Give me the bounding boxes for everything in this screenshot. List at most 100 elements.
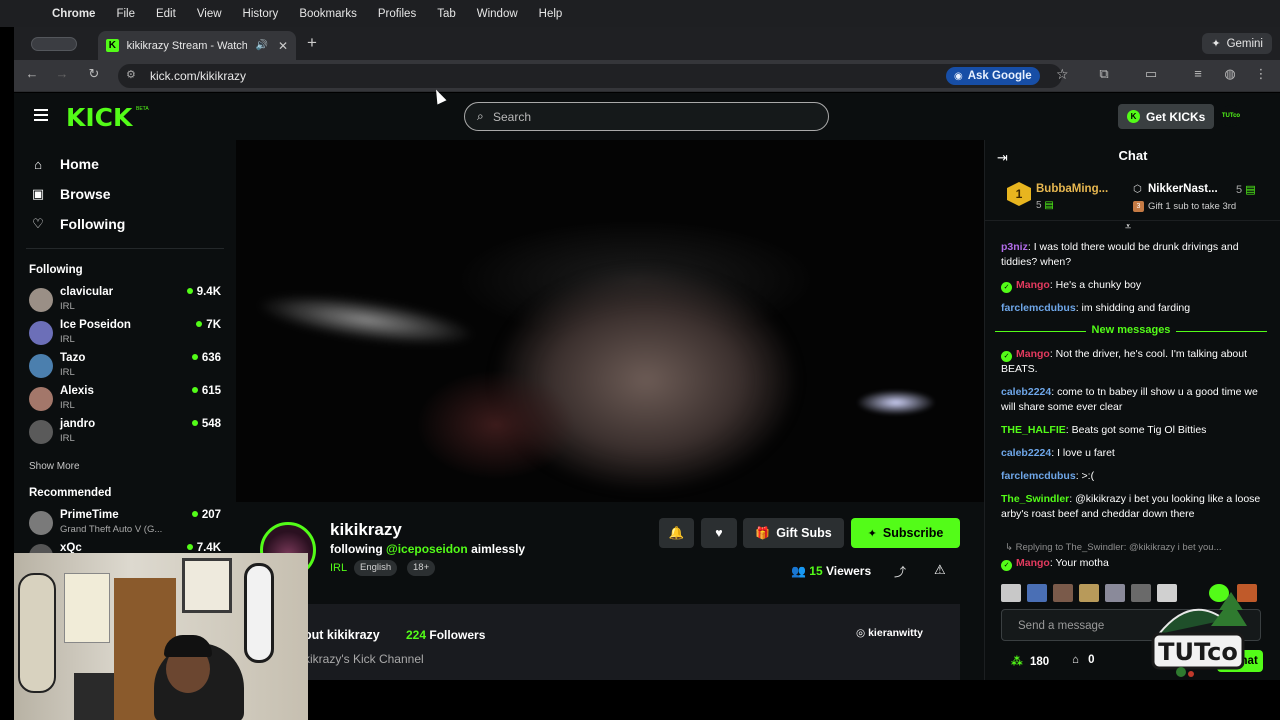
followers-label: Followers [429,628,486,642]
extensions-icon[interactable]: ⧉ [1094,66,1114,82]
sidebar-channel-ice-poseidon[interactable]: Ice Poseidon IRL 7K [29,319,221,349]
menu-view[interactable]: View [197,8,222,20]
chat-username[interactable]: caleb2224 [1001,447,1051,459]
chat-message-input[interactable] [1018,617,1158,635]
sidebar-channel-primetime[interactable]: PrimeTime Grand Theft Auto V (G... 207 [29,509,221,539]
chat-username[interactable]: farclemcdubus [1001,470,1076,482]
report-warning-icon[interactable]: ⚠ [934,562,946,578]
chat-username[interactable]: Mango [1016,279,1050,291]
site-info-icon[interactable]: ⚙ [126,68,136,81]
gift-subs-button[interactable]: 🎁 Gift Subs [743,518,844,548]
browser-tab-active[interactable]: K kikikrazy Stream - Watch Live on Kick … [98,31,296,60]
menu-bookmarks[interactable]: Bookmarks [299,8,357,20]
subscribe-label: Subscribe [882,526,944,540]
emote-icon[interactable] [1027,584,1047,602]
chat-username[interactable]: The_Swindler [1001,493,1069,505]
new-tab-button[interactable]: + [307,33,317,53]
chat-username[interactable]: THE_HALFIE [1001,424,1066,436]
reading-list-icon[interactable]: ≡ [1188,66,1208,81]
tag-18-plus[interactable]: 18+ [407,560,436,576]
channel-points[interactable]: ⁂ 180 [1011,654,1049,668]
chat-username[interactable]: Mango [1016,557,1050,569]
stream-title-mention[interactable]: @iceposeidon [386,542,468,556]
back-arrow-icon[interactable]: ← [22,66,42,81]
emote-icon[interactable] [1079,584,1099,602]
chat-username[interactable]: p3niz [1001,241,1028,253]
sidebar-channel-clavicular[interactable]: clavicular IRL 9.4K [29,286,221,316]
emote-icon[interactable] [1105,584,1125,602]
ask-google-button[interactable]: ◉ Ask Google [946,67,1040,85]
menu-window[interactable]: Window [477,8,518,20]
rank-two-badge-icon: ⬡ [1133,184,1142,195]
hamburger-menu-icon[interactable] [34,109,48,121]
leaderboard-gift-prompt[interactable]: Gift 1 sub to take 3rd [1148,201,1236,212]
macos-menu-bar: Chrome File Edit View History Bookmarks … [0,0,1280,27]
instagram-link[interactable]: ◎ kieranwitty [856,627,923,639]
share-icon[interactable]: ⤴ [894,563,906,580]
user-avatar[interactable]: TUTco [1220,105,1242,127]
chrome-menu-icon[interactable]: ⋮ [1251,66,1271,82]
leaderboard-first-name[interactable]: BubbaMing... [1036,183,1108,195]
channel-viewers: 9.4K [187,286,221,298]
chat-username[interactable]: Mango [1016,348,1050,360]
tab-group-pill[interactable] [31,37,77,51]
emote-icon[interactable] [1053,584,1073,602]
menu-profiles[interactable]: Profiles [378,8,416,20]
leaderboard-second-count: 5 ▤ [1236,183,1256,196]
channel-viewers: 615 [192,385,221,397]
forward-arrow-icon[interactable]: → [52,66,72,81]
tutco-logo-text: TUTco [1158,638,1238,666]
rank-one-badge-icon: 1 [1007,182,1031,206]
get-kicks-button[interactable]: K Get KICKs [1118,104,1215,129]
chat-username[interactable]: farclemcdubus [1001,302,1076,314]
ask-google-label: Ask Google [967,70,1032,82]
sidebar-channel-tazo[interactable]: Tazo IRL 636 [29,352,221,382]
reload-icon[interactable]: ↻ [84,66,104,82]
chat-message: farclemcdubus: im shidding and farding [1001,302,1191,314]
kick-logo[interactable]: KICK [66,103,132,132]
sidebar-channel-jandro[interactable]: jandro IRL 548 [29,418,221,448]
cast-icon[interactable]: ▭ [1141,66,1161,82]
tag-english[interactable]: English [354,560,398,576]
video-frame-light-glint [856,390,936,415]
menu-app-chrome[interactable]: Chrome [52,8,95,20]
address-url[interactable]: kick.com/kikikrazy [150,69,246,83]
show-more-link[interactable]: Show More [29,461,80,472]
stream-category-link[interactable]: IRL [330,560,347,576]
video-player[interactable] [236,140,984,502]
menu-file[interactable]: File [116,8,135,20]
menu-help[interactable]: Help [539,8,563,20]
subscribe-button[interactable]: ✦ Subscribe [851,518,960,548]
tab-audio-icon[interactable]: 🔊 [255,40,267,51]
profile-avatar-icon[interactable]: ◍ [1220,66,1240,82]
bookmark-star-icon[interactable]: ☆ [1056,66,1069,83]
channel-viewers: 207 [192,509,221,521]
channel-category: IRL [60,367,75,378]
search-input[interactable] [493,107,813,127]
chat-username[interactable]: caleb2224 [1001,386,1051,398]
expand-pinned-icon[interactable]: ⩡ [1125,221,1131,234]
tab-close-icon[interactable]: ✕ [278,39,288,53]
channel-title[interactable]: kikikrazy [330,520,402,540]
emote-icon[interactable] [1131,584,1151,602]
heart-icon: ♡ [32,216,44,231]
gemini-button[interactable]: ✦ Gemini [1202,33,1272,54]
search-box[interactable]: ⌕ [464,102,829,131]
sidebar-channel-alexis[interactable]: Alexis IRL 615 [29,385,221,415]
gift-counter[interactable]: ⌂ 0 [1072,654,1095,666]
nav-home[interactable]: ⌂ Home [30,154,99,174]
follow-heart-button[interactable]: ♥ [701,518,737,548]
chat-text: I love u faret [1057,447,1115,459]
nav-browse[interactable]: ▣ Browse [30,184,111,204]
collapse-chat-icon[interactable]: ⇥ [997,150,1008,166]
menu-history[interactable]: History [243,8,279,20]
leaderboard-second-name[interactable]: NikkerNast... [1148,183,1218,195]
emote-icon[interactable] [1001,584,1021,602]
nav-following[interactable]: ♡ Following [30,214,125,234]
browse-icon: ▣ [31,186,45,201]
menu-edit[interactable]: Edit [156,8,176,20]
channel-avatar [29,511,53,535]
address-bar[interactable]: ⚙ kick.com/kikikrazy ◉ Ask Google ☆ [118,64,1069,88]
notification-bell-button[interactable]: 🔔 [659,518,694,548]
menu-tab[interactable]: Tab [437,8,456,20]
